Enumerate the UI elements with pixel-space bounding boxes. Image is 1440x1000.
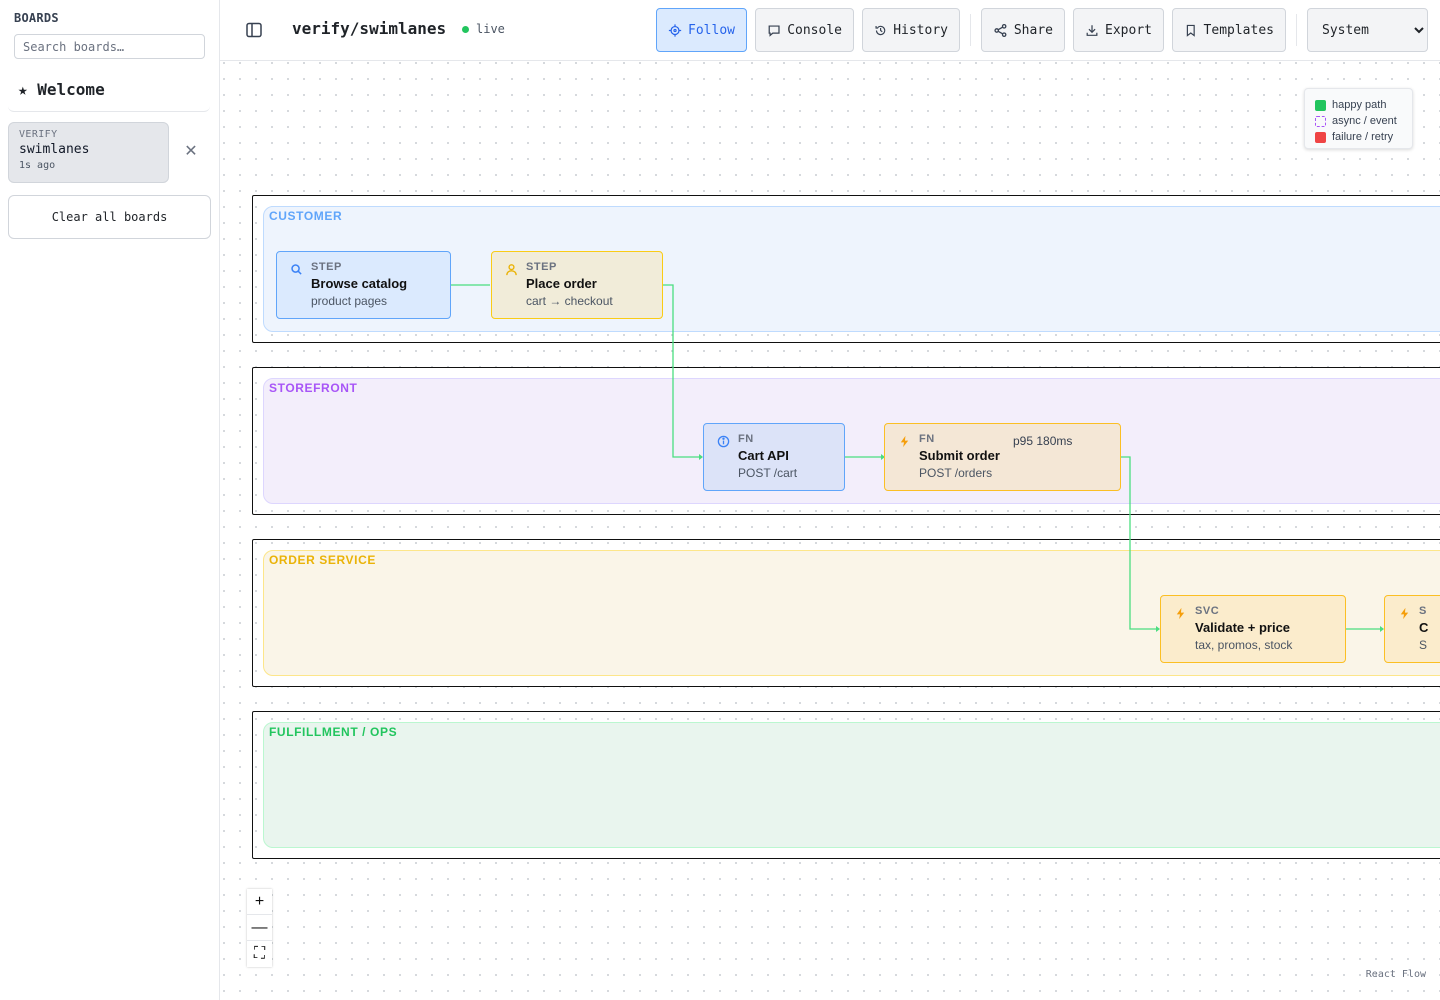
- follow-button[interactable]: Follow: [656, 8, 747, 52]
- page-title: verify/swimlanes: [292, 19, 447, 38]
- zoom-in-button[interactable]: +: [247, 889, 272, 915]
- node-place-order[interactable]: STEP Place order cart → checkout: [491, 251, 663, 319]
- legend-label: happy path: [1332, 99, 1387, 111]
- edge-submit-validate[interactable]: [1121, 456, 1159, 630]
- follow-label: Follow: [688, 22, 735, 38]
- node-subtitle: product pages: [311, 294, 388, 308]
- export-label: Export: [1105, 22, 1152, 38]
- node-kind: FN: [738, 433, 754, 445]
- board-card-swimlanes[interactable]: VERIFY swimlanes 1s ago: [8, 122, 169, 183]
- node-title: Cart API: [738, 448, 789, 463]
- zoom-controls: + — ⛶: [247, 889, 272, 967]
- node-title: Browse catalog: [311, 276, 408, 291]
- edges-layer: [451, 282, 1384, 632]
- fit-view-button[interactable]: ⛶: [247, 941, 272, 967]
- node-title: C: [1419, 620, 1429, 635]
- welcome-board-item[interactable]: ★ Welcome: [8, 72, 210, 112]
- attribution-link[interactable]: React Flow: [1366, 969, 1426, 980]
- legend-swatch: [1315, 99, 1326, 111]
- live-dot-icon: [462, 25, 469, 33]
- legend-item-happy-path: happy path: [1315, 97, 1402, 113]
- sidebar-title: BOARDS: [14, 11, 59, 25]
- node-subtitle: POST /cart: [738, 466, 798, 480]
- toolbar-divider: [1296, 14, 1297, 46]
- history-icon: [875, 25, 886, 35]
- node-kind: S: [1419, 605, 1427, 617]
- node-subtitle: tax, promos, stock: [1195, 638, 1293, 652]
- legend-swatch: [1315, 115, 1326, 127]
- templates-label: Templates: [1203, 22, 1274, 38]
- theme-select[interactable]: System: [1307, 8, 1428, 52]
- board-time: 1s ago: [19, 160, 56, 171]
- search-boards-input[interactable]: [14, 34, 205, 59]
- bolt-icon: [1400, 607, 1409, 620]
- node-subtitle: S: [1419, 638, 1428, 652]
- bolt-icon: [1176, 607, 1185, 620]
- node-title: Place order: [526, 276, 597, 291]
- node-metric: p95 180ms: [1013, 434, 1073, 448]
- clear-all-boards-button[interactable]: Clear all boards: [8, 195, 211, 239]
- node-kind: STEP: [311, 261, 342, 273]
- node-submit-order[interactable]: FN Submit order POST /orders p95 180ms: [884, 423, 1121, 491]
- node-browse-catalog[interactable]: STEP Browse catalog product pages: [276, 251, 451, 319]
- bolt-icon: [900, 435, 909, 448]
- legend: happy path async / event failure / retry: [1304, 88, 1413, 149]
- toolbar: verify/swimlanes live Follow Console His…: [220, 0, 1440, 61]
- node-subtitle: POST /orders: [919, 466, 993, 480]
- node-cart-api[interactable]: FN Cart API POST /cart: [703, 423, 845, 491]
- sidebar: BOARDS ★ Welcome VERIFY swimlanes 1s ago…: [0, 0, 220, 1000]
- flow-canvas[interactable]: CUSTOMER STOREFRONT ORDER SERVICE FULFIL…: [220, 61, 1440, 1000]
- history-label: History: [893, 22, 948, 38]
- info-icon: [717, 435, 730, 448]
- board-name: swimlanes: [19, 142, 90, 157]
- export-button[interactable]: Export: [1073, 8, 1164, 52]
- download-icon: [1086, 24, 1098, 36]
- share-label: Share: [1013, 22, 1053, 38]
- user-icon: [506, 264, 517, 276]
- node-title: Submit order: [919, 448, 1000, 463]
- console-button[interactable]: Console: [755, 8, 854, 52]
- chat-icon: [768, 24, 780, 37]
- toolbar-divider: [970, 14, 971, 46]
- legend-label: failure / retry: [1332, 131, 1394, 143]
- legend-item-async: async / event: [1315, 113, 1402, 129]
- history-button[interactable]: History: [862, 8, 960, 52]
- node-kind: STEP: [526, 261, 557, 273]
- templates-button[interactable]: Templates: [1172, 8, 1286, 52]
- zoom-out-button[interactable]: —: [247, 915, 272, 941]
- node-validate-price[interactable]: SVC Validate + price tax, promos, stock: [1160, 595, 1346, 663]
- status-badge: live: [462, 22, 505, 36]
- node-partial-offscreen[interactable]: S C S: [1384, 595, 1440, 663]
- console-label: Console: [787, 22, 842, 38]
- legend-swatch: [1315, 131, 1326, 143]
- node-kind: SVC: [1195, 605, 1220, 617]
- node-title: Validate + price: [1195, 620, 1291, 635]
- crosshair-icon: [668, 23, 682, 37]
- share-icon: [994, 23, 1007, 37]
- share-button[interactable]: Share: [981, 8, 1065, 52]
- node-subtitle: cart → checkout: [526, 294, 613, 308]
- search-icon: [291, 264, 302, 275]
- close-icon[interactable]: ✕: [182, 143, 200, 161]
- bookmark-icon: [1186, 24, 1195, 37]
- board-tag: VERIFY: [19, 129, 58, 140]
- legend-item-failure: failure / retry: [1315, 129, 1402, 145]
- legend-label: async / event: [1332, 115, 1397, 127]
- edge-place-cart[interactable]: [663, 284, 702, 458]
- sidebar-toggle-icon[interactable]: [244, 20, 264, 40]
- status-text: live: [476, 22, 505, 36]
